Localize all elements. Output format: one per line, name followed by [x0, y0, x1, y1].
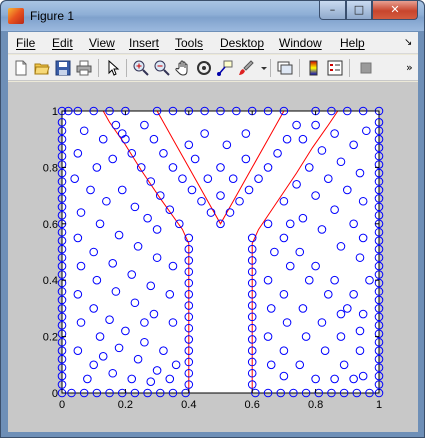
brush-dropdown-icon[interactable] [255, 59, 267, 77]
toolbar-separator [349, 59, 350, 77]
axes-area [61, 110, 380, 394]
menu-insert[interactable]: Insert [129, 36, 159, 50]
window-title: Figure 1 [30, 9, 75, 23]
hide-plot-tools-icon[interactable] [357, 59, 375, 77]
figure-window: Figure 1 – □ ✕ File Edit View Insert Too… [0, 0, 425, 438]
edit-plot-arrow-icon[interactable] [104, 59, 122, 77]
toolbar-separator [98, 59, 99, 77]
title-bar[interactable]: Figure 1 – □ ✕ [1, 1, 424, 31]
y-tick-label: 0.2 [43, 332, 58, 344]
y-tick-label: 0.8 [43, 162, 58, 174]
zoom-in-icon[interactable] [132, 59, 150, 77]
menu-window[interactable]: Window [279, 36, 322, 50]
x-tick-label: 1 [376, 399, 382, 411]
menu-edit[interactable]: Edit [52, 36, 73, 50]
y-tick-label: 1 [52, 106, 58, 118]
pan-hand-icon[interactable] [174, 59, 192, 77]
x-tick-label: 0 [59, 399, 65, 411]
minimize-button[interactable]: – [319, 1, 346, 20]
x-tick-label: 0.4 [181, 399, 196, 411]
data-cursor-icon[interactable] [216, 59, 234, 77]
menu-bar: File Edit View Insert Tools Desktop Wind… [8, 32, 418, 54]
x-tick-label: 0.6 [245, 399, 260, 411]
colorbar-icon[interactable] [305, 59, 323, 77]
x-tick-label: 0.2 [118, 399, 133, 411]
menu-view[interactable]: View [89, 36, 115, 50]
menu-tools[interactable]: Tools [175, 36, 203, 50]
menu-file[interactable]: File [16, 36, 35, 50]
figure-client-area: File Edit View Insert Tools Desktop Wind… [8, 32, 418, 432]
toolbar-overflow-icon[interactable]: » [406, 61, 413, 74]
toolbar-separator [126, 59, 127, 77]
save-icon[interactable] [54, 59, 72, 77]
y-tick-label: 0.6 [43, 219, 58, 231]
rotate-3d-icon[interactable] [195, 59, 213, 77]
toolbar-separator [299, 59, 300, 77]
close-button[interactable]: ✕ [372, 1, 418, 20]
zoom-out-icon[interactable] [153, 59, 171, 77]
legend-icon[interactable] [326, 59, 344, 77]
y-tick-label: 0.4 [43, 275, 58, 287]
open-file-icon[interactable] [33, 59, 51, 77]
figure-canvas: 0 0 0.2 0.2 0.4 0.4 0.6 0.6 0.8 0.8 1 1 [8, 82, 418, 432]
new-figure-icon[interactable] [12, 59, 30, 77]
menu-help[interactable]: Help [340, 36, 365, 50]
maximize-button[interactable]: □ [346, 1, 372, 20]
matlab-icon [8, 8, 24, 24]
axes-plot[interactable]: 00 0.2 0.2 0.4 0.4 0.6 0.6 0.8 0.8 1 1 [8, 82, 418, 432]
brush-icon[interactable] [237, 59, 255, 77]
x-tick-label: 0.8 [308, 399, 323, 411]
link-plot-icon[interactable] [276, 59, 294, 77]
y-tick-label: 0 [52, 388, 58, 400]
toolbar-separator [270, 59, 271, 77]
print-icon[interactable] [75, 59, 93, 77]
menu-desktop[interactable]: Desktop [220, 36, 264, 50]
figure-toolbar: » [8, 55, 418, 81]
dock-arrow-icon[interactable]: ↘ [404, 37, 412, 48]
